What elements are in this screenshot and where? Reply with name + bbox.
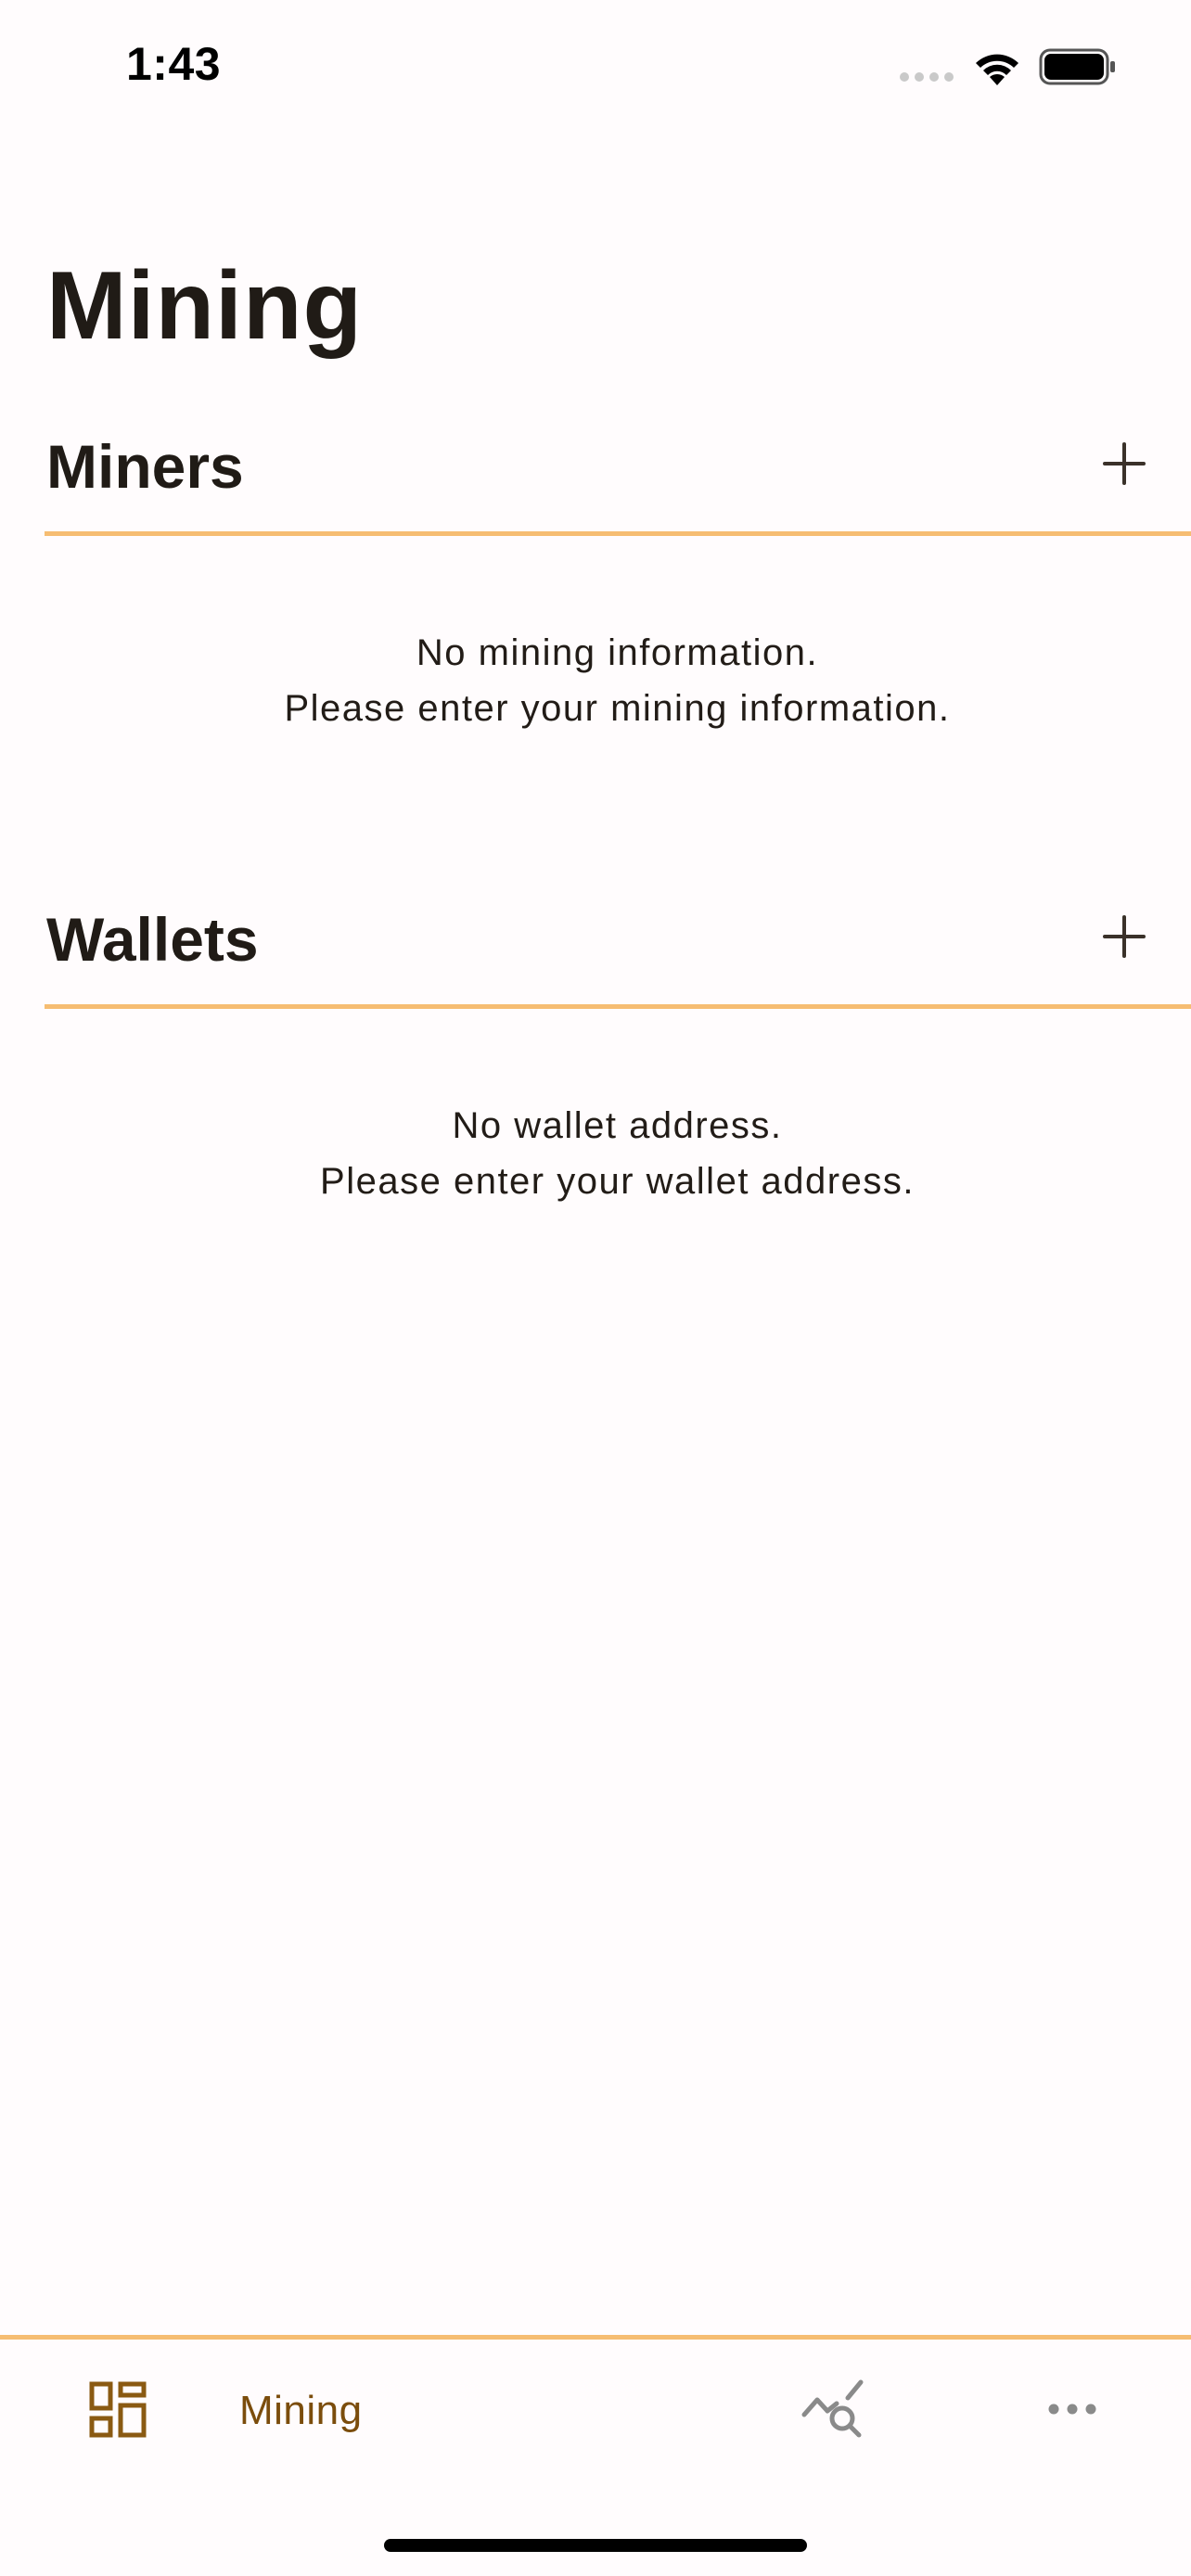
tab-bar-divider <box>0 2335 1191 2340</box>
wifi-icon <box>976 54 1018 85</box>
battery-icon <box>1039 48 1115 85</box>
miners-empty-line1: No mining information. <box>416 632 819 673</box>
wallets-divider <box>45 1004 1191 1009</box>
miners-divider <box>45 531 1191 536</box>
miners-empty-line2: Please enter your mining information. <box>284 688 951 729</box>
chart-search-icon[interactable] <box>801 2379 866 2439</box>
add-wallet-button[interactable] <box>1095 907 1154 966</box>
wallets-empty-line1: No wallet address. <box>452 1105 783 1146</box>
cellular-signal-icon <box>900 72 954 82</box>
miners-empty-message: No mining information. Please enter your… <box>0 625 1191 736</box>
dashboard-grid-icon[interactable] <box>89 2381 147 2439</box>
add-miner-button[interactable] <box>1095 434 1154 493</box>
page-title: Mining <box>46 252 364 360</box>
wallets-section-title: Wallets <box>46 905 259 974</box>
status-time: 1:43 <box>126 38 222 90</box>
plus-icon <box>1103 915 1146 958</box>
miners-section-title: Miners <box>46 432 244 501</box>
wallets-empty-message: No wallet address. Please enter your wal… <box>0 1098 1191 1209</box>
home-indicator[interactable] <box>384 2539 807 2552</box>
tab-mining-label[interactable]: Mining <box>239 2388 363 2434</box>
more-dots-icon[interactable] <box>1048 2400 1096 2418</box>
plus-icon <box>1103 442 1146 485</box>
wallets-empty-line2: Please enter your wallet address. <box>320 1161 915 1202</box>
